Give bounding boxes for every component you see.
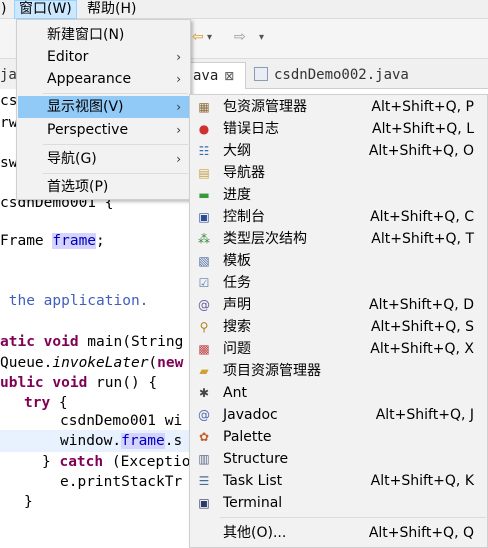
menu-separator [220,517,486,518]
search-icon: ⚲ [199,320,209,334]
view-item-project-explorer[interactable]: ▰ 项目资源管理器 [191,360,488,382]
chevron-right-icon: › [176,152,181,166]
chevron-right-icon: › [176,50,181,64]
view-item-declaration[interactable]: @ 声明 Alt+Shift+Q, D [191,294,488,316]
java-file-icon [254,67,268,81]
javadoc-icon: @ [198,408,210,422]
view-item-palette[interactable]: ✿ Palette [191,426,488,448]
view-item-problems[interactable]: ▩ 问题 Alt+Shift+Q, X [191,338,488,360]
close-icon[interactable]: ⊠ [224,69,234,83]
project-explorer-icon: ▰ [199,364,209,378]
code-line: ublic void run() { [0,375,158,391]
window-menu: 新建窗口(N) Editor › Appearance › 显示视图(V) › Per… [16,19,191,200]
palette-icon: ✿ [198,430,210,444]
code-line: cs [0,93,18,109]
menu-item-perspective[interactable]: Perspective › [18,119,189,141]
view-item-task-list[interactable]: ☰ Task List Alt+Shift+Q, K [191,470,488,492]
declaration-icon: @ [198,298,210,312]
structure-icon: ▥ [198,452,210,466]
menu-separator [43,93,188,94]
menu-partial-left[interactable]: ) [0,0,10,19]
code-line-current: window.frame.s [60,433,183,449]
view-item-javadoc[interactable]: @ Javadoc Alt+Shift+Q, J [191,404,488,426]
tab-csdndemo002[interactable]: csdnDemo002.java [248,62,415,89]
view-item-search[interactable]: ⚲ 搜索 Alt+Shift+Q, S [191,316,488,338]
view-item-templates[interactable]: ▧ 模板 [191,250,488,272]
view-item-outline[interactable]: ☷ 大纲 Alt+Shift+Q, O [191,140,488,162]
view-item-package-explorer[interactable]: ▦ 包资源管理器 Alt+Shift+Q, P [191,96,488,118]
code-line: e.printStackTr [60,474,183,490]
view-item-tasks[interactable]: ☑ 任务 [191,272,488,294]
tasks-icon: ☑ [198,276,210,290]
menu-item-navigation[interactable]: 导航(G) › [18,148,189,170]
code-line: } catch (Exception [42,454,200,470]
progress-icon: ▬ [198,188,210,202]
menu-item-preferences[interactable]: 首选项(P) [18,176,189,198]
outline-icon: ☷ [198,144,210,158]
menu-separator [43,173,188,174]
ant-icon: ✱ [198,386,210,400]
code-line: csdnDemo001 wi [60,413,183,429]
chevron-right-icon: › [176,123,181,137]
code-comment-line: the application. [0,293,149,309]
forward-arrow-icon[interactable]: ⇨ [234,29,246,45]
type-hierarchy-icon: ⁂ [198,232,210,246]
menu-bar: ) 窗口(W) 帮助(H) [0,0,488,19]
code-line: Frame frame; [0,233,105,249]
code-line: Queue.invokeLater(new [0,355,184,371]
navigator-icon: ▤ [198,166,210,180]
chevron-down-icon[interactable]: ▾ [207,32,212,43]
code-line: } [24,494,33,510]
menu-item-editor[interactable]: Editor › [18,46,189,68]
menu-item-new-window[interactable]: 新建窗口(N) [18,24,189,46]
view-item-terminal[interactable]: ▣ Terminal [191,492,488,514]
menu-item-appearance[interactable]: Appearance › [18,68,189,90]
tab-active-java[interactable]: ava ⊠ [186,62,246,89]
problems-icon: ▩ [198,342,210,356]
chevron-right-icon: › [176,100,181,114]
templates-icon: ▧ [198,254,210,268]
chevron-right-icon: › [176,72,181,86]
view-item-navigator[interactable]: ▤ 导航器 [191,162,488,184]
menu-separator [43,144,188,145]
view-item-progress[interactable]: ▬ 进度 [191,184,488,206]
menu-help[interactable]: 帮助(H) [83,0,140,19]
show-view-submenu: ▦ 包资源管理器 Alt+Shift+Q, P ● 错误日志 Alt+Shift+Q, … [189,94,488,548]
view-item-type-hierarchy[interactable]: ⁂ 类型层次结构 Alt+Shift+Q, T [191,228,488,250]
back-arrow-icon[interactable]: ⇦ [192,29,204,45]
menu-item-show-view[interactable]: 显示视图(V) › [18,96,189,118]
menu-window[interactable]: 窗口(W) [14,0,77,19]
chevron-down-icon[interactable]: ▾ [259,32,264,43]
code-line: sw [0,155,18,171]
terminal-icon: ▣ [198,496,210,510]
package-explorer-icon: ▦ [198,100,210,114]
task-list-icon: ☰ [198,474,210,488]
view-item-structure[interactable]: ▥ Structure [191,448,488,470]
code-line: atic void main(String [0,334,184,350]
view-item-error-log[interactable]: ● 错误日志 Alt+Shift+Q, L [191,118,488,140]
view-item-console[interactable]: ▣ 控制台 Alt+Shift+Q, C [191,206,488,228]
console-icon: ▣ [198,210,210,224]
error-log-icon: ● [198,122,210,136]
view-item-ant[interactable]: ✱ Ant [191,382,488,404]
view-item-other[interactable]: 其他(O)... Alt+Shift+Q, Q [191,522,488,544]
